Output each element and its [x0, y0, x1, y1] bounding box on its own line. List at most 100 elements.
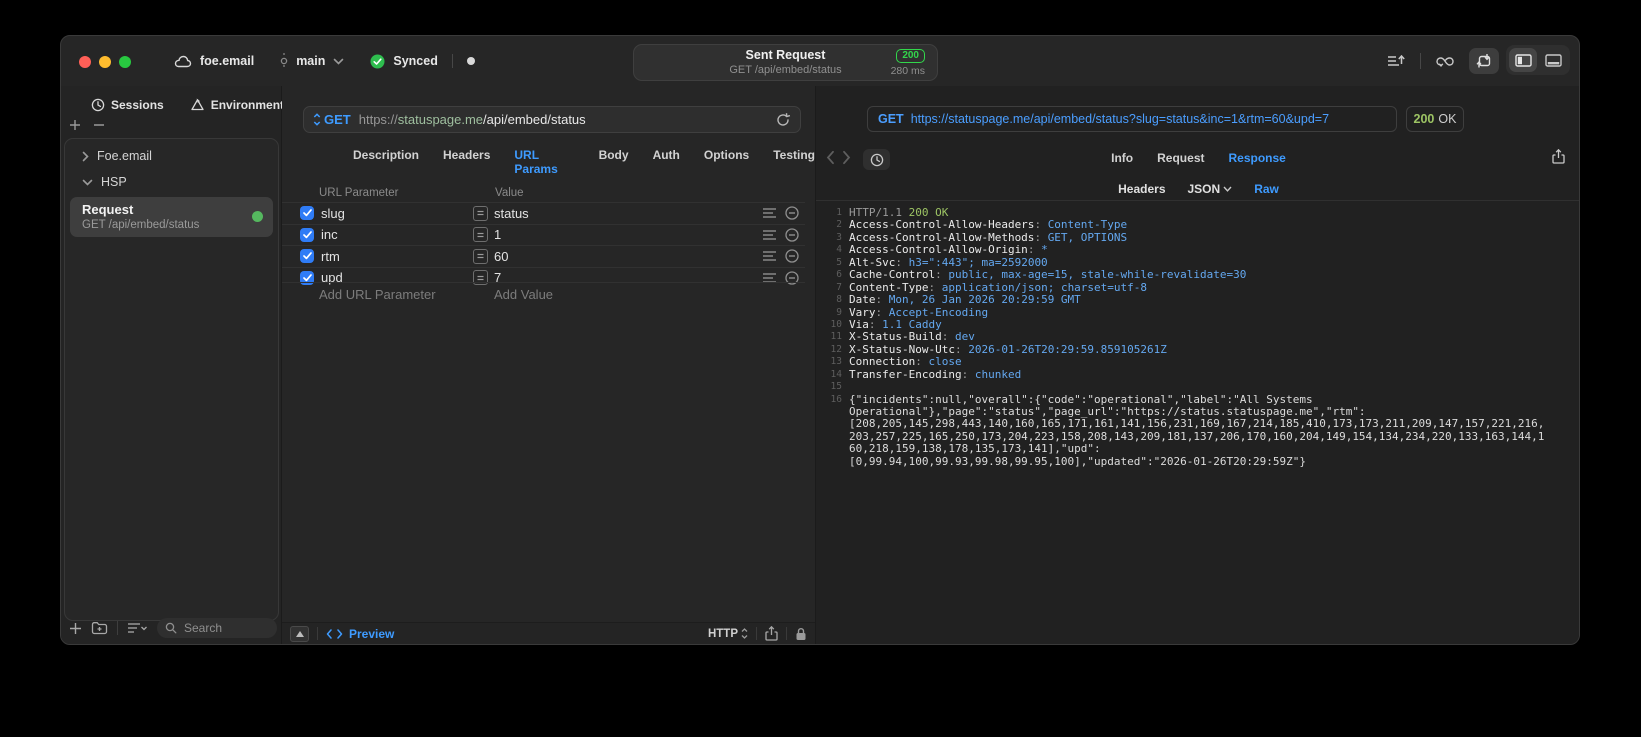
subtab-json[interactable]: JSON	[1188, 178, 1233, 200]
remove-param-icon[interactable]	[785, 228, 799, 242]
request-method[interactable]: GET	[324, 112, 351, 127]
share-request-icon[interactable]	[765, 626, 778, 641]
commit-icon	[280, 53, 288, 69]
branch-name[interactable]: main	[296, 54, 325, 68]
close-window-button[interactable]	[79, 56, 91, 68]
import-export-icon[interactable]	[1381, 48, 1411, 74]
sent-request-summary[interactable]: Sent Request GET /api/embed/status 200 2…	[633, 44, 938, 81]
request-response-panel-icon[interactable]	[1469, 48, 1499, 74]
response-url-box[interactable]: GET https://statuspage.me/api/embed/stat…	[867, 106, 1397, 132]
subtab-headers[interactable]: Headers	[1118, 178, 1165, 200]
reorder-icon[interactable]	[763, 208, 776, 218]
project-name[interactable]: foe.email	[200, 54, 254, 68]
chevron-down-icon	[1223, 186, 1232, 192]
zoom-window-button[interactable]	[119, 56, 131, 68]
resend-request-icon[interactable]	[775, 112, 791, 128]
request-footer: Preview HTTP	[282, 622, 815, 644]
param-name[interactable]: slug	[321, 206, 473, 221]
remove-session-icon[interactable]	[93, 119, 105, 131]
response-line: [0,99.94,100,99.93,99.98,99.95,100],"upd…	[849, 454, 1306, 468]
reorder-icon[interactable]	[763, 230, 776, 240]
tab-options[interactable]: Options	[704, 148, 749, 176]
add-session-icon[interactable]	[69, 119, 81, 131]
status-code-badge: 200	[896, 49, 925, 63]
request-list-item-selected[interactable]: Request GET /api/embed/status	[70, 197, 273, 237]
protocol-selector[interactable]: HTTP	[708, 628, 748, 640]
param-name[interactable]: inc	[321, 227, 473, 242]
param-value[interactable]: 1	[494, 227, 763, 242]
equals-icon	[473, 227, 488, 243]
response-line: 14 Transfer-Encoding: chunked	[830, 367, 1022, 381]
request-tabs: Description Headers URL Params Body Auth Opti…	[353, 148, 815, 176]
share-response-icon[interactable]	[1552, 149, 1565, 164]
response-status-code: 200	[1413, 112, 1435, 126]
tab-description[interactable]: Description	[353, 148, 419, 176]
tree-item-label: HSP	[101, 175, 127, 189]
layout-toggle-group	[1506, 45, 1570, 75]
url-scheme: https://	[358, 112, 398, 127]
equals-icon	[473, 205, 488, 221]
tab-body[interactable]: Body	[599, 148, 629, 176]
lock-icon[interactable]	[795, 627, 807, 641]
branch-chevron-down-icon[interactable]	[333, 58, 344, 65]
add-value-button[interactable]: Add Value	[494, 287, 553, 302]
param-name[interactable]: rtm	[321, 249, 473, 264]
tab-auth[interactable]: Auth	[653, 148, 680, 176]
request-item-subtitle: GET /api/embed/status	[82, 219, 200, 231]
remove-param-icon[interactable]	[785, 249, 799, 263]
column-url-parameter: URL Parameter	[319, 187, 399, 199]
tab-request[interactable]: Request	[1157, 151, 1204, 165]
minimize-window-button[interactable]	[99, 56, 111, 68]
toggle-bottom-panel-icon[interactable]	[1539, 48, 1567, 72]
new-folder-icon[interactable]	[91, 621, 108, 635]
remove-param-icon[interactable]	[785, 206, 799, 220]
tab-response[interactable]: Response	[1228, 151, 1285, 165]
param-value[interactable]: 60	[494, 249, 763, 264]
response-url: https://statuspage.me/api/embed/status?s…	[910, 112, 1330, 126]
preview-button[interactable]: Preview	[326, 627, 394, 641]
response-nav: Info Request Response	[816, 147, 1579, 173]
param-add-row: Add URL Parameter Add Value	[282, 282, 805, 303]
tree-item-hsp[interactable]: HSP	[65, 169, 278, 195]
param-row: slug status	[282, 202, 805, 224]
response-method: GET	[878, 112, 904, 126]
sort-options-icon[interactable]	[127, 622, 148, 634]
tab-sessions[interactable]: Sessions	[91, 98, 164, 112]
new-request-icon[interactable]	[69, 622, 82, 635]
column-value: Value	[495, 187, 524, 199]
toggle-left-panel-icon[interactable]	[1509, 48, 1537, 72]
request-url-bar[interactable]: GET https://statuspage.me/api/embed/stat…	[303, 106, 801, 133]
tab-environments[interactable]: Environments	[190, 98, 291, 112]
reorder-icon[interactable]	[763, 251, 776, 261]
protocol-label: HTTP	[707, 627, 738, 640]
param-value[interactable]: status	[494, 206, 763, 221]
param-row: inc 1	[282, 223, 805, 246]
chevron-down-icon	[82, 179, 93, 186]
tab-url-params[interactable]: URL Params	[514, 148, 574, 176]
sync-status-label[interactable]: Synced	[393, 54, 437, 68]
tab-info[interactable]: Info	[1111, 151, 1133, 165]
param-checkbox[interactable]	[300, 227, 314, 242]
tab-headers[interactable]: Headers	[443, 148, 490, 176]
search-input[interactable]	[182, 620, 269, 636]
app-window: foe.email main Synced Sent Request GET /…	[60, 35, 1580, 645]
status-dot	[466, 57, 475, 65]
param-checkbox[interactable]	[300, 206, 314, 221]
request-panel: GET https://statuspage.me/api/embed/stat…	[282, 86, 816, 644]
environments-icon	[190, 98, 205, 112]
response-code[interactable]: 1 HTTP/1.1 200 OK 2 Access-Control-Allow-He…	[816, 201, 1579, 644]
tree-item-foe-email[interactable]: Foe.email	[65, 143, 278, 169]
response-status-box: 200 OK	[1406, 106, 1464, 132]
method-selector-icon[interactable]	[313, 113, 321, 126]
tab-testing[interactable]: Testing	[773, 148, 815, 176]
url-host: statuspage.me	[397, 112, 484, 127]
sidebar: Sessions Environments Foe.email HSP Requ…	[61, 86, 291, 644]
add-url-parameter-button[interactable]: Add URL Parameter	[319, 287, 436, 302]
subtab-raw[interactable]: Raw	[1254, 178, 1279, 200]
sessions-clock-icon	[91, 98, 105, 112]
param-checkbox[interactable]	[300, 249, 314, 264]
tab-sessions-label: Sessions	[111, 98, 164, 112]
synced-check-icon	[370, 54, 385, 69]
branch-loop-icon[interactable]	[1430, 48, 1460, 74]
expand-console-button[interactable]	[290, 625, 309, 642]
